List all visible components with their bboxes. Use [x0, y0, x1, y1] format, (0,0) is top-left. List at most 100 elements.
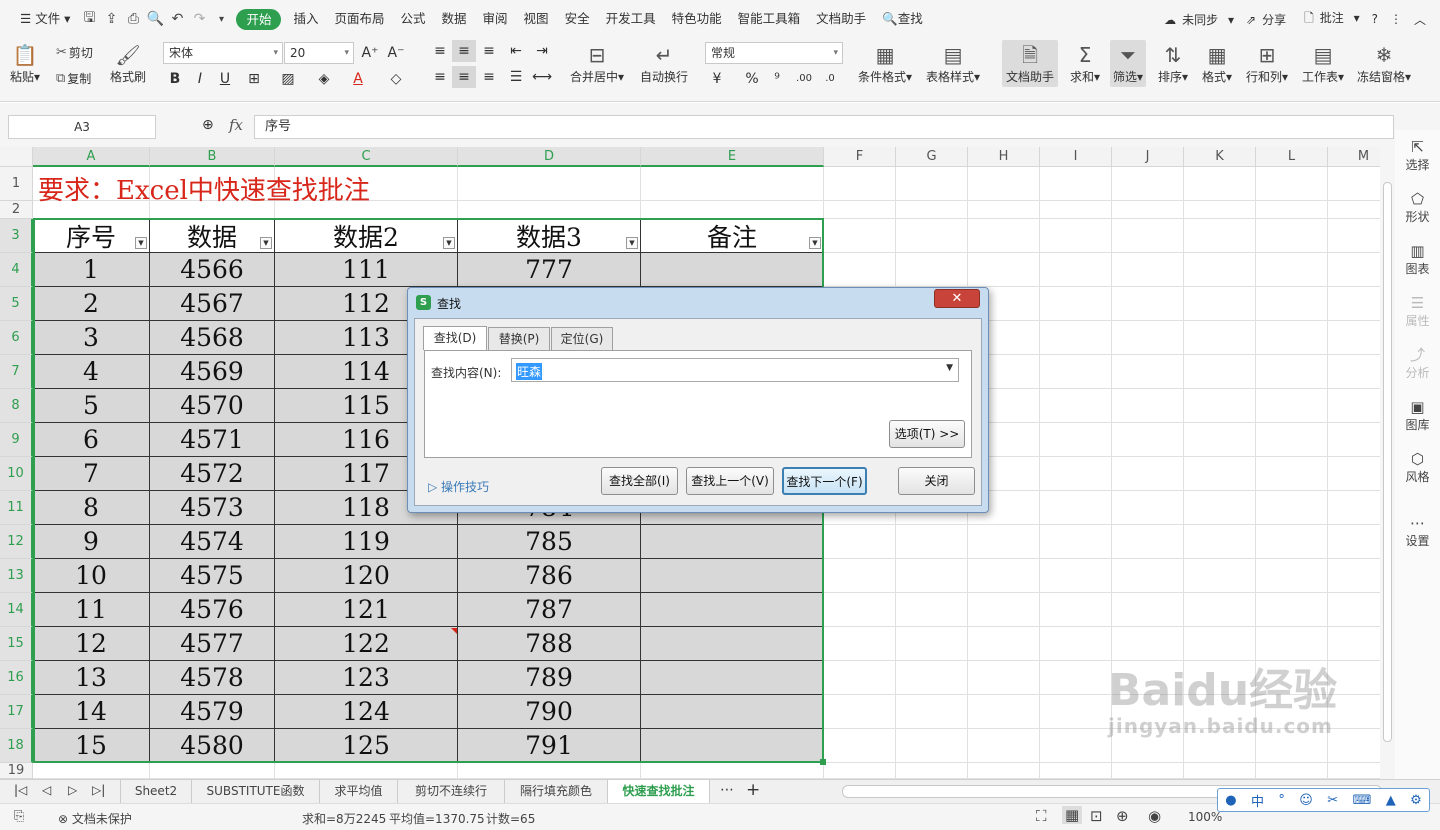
grid-cell[interactable] [1256, 627, 1328, 661]
grid-cell[interactable] [1112, 627, 1184, 661]
eye-protect-icon[interactable]: ◉ [1148, 807, 1161, 825]
sidebar-property[interactable]: ☰ 属性 [1395, 294, 1440, 329]
paste-button[interactable]: 📋 粘贴▾ [10, 42, 40, 85]
grid-cell[interactable] [968, 695, 1040, 729]
grid-cell[interactable] [1184, 593, 1256, 627]
grid-cell[interactable] [1256, 491, 1328, 525]
grid-cell[interactable] [1112, 321, 1184, 355]
collapse-ribbon-icon[interactable]: ︿ [1408, 11, 1432, 28]
sheet-tab-alt-fill[interactable]: 隔行填充颜色 [505, 780, 608, 803]
grid-cell[interactable] [1040, 167, 1112, 201]
search-command[interactable]: 🔍查找 [874, 0, 931, 38]
undo-icon[interactable]: ↶ [166, 11, 188, 27]
row-header-1[interactable]: 1 [0, 167, 33, 201]
find-content-input[interactable]: 旺森 [516, 363, 543, 380]
fx-icon[interactable]: fx [229, 116, 243, 134]
grid-cell[interactable] [1040, 491, 1112, 525]
grid-cell[interactable] [824, 201, 896, 219]
more-sheets-icon[interactable]: ⋯ [720, 782, 734, 798]
row-header-18[interactable]: 18 [0, 729, 33, 763]
grid-cell[interactable] [824, 593, 896, 627]
column-header-l[interactable]: L [1256, 147, 1328, 167]
row-header-12[interactable]: 12 [0, 525, 33, 559]
grid-cell[interactable] [824, 525, 896, 559]
grid-cell[interactable] [1184, 287, 1256, 321]
grid-cell[interactable] [896, 201, 968, 219]
column-header-g[interactable]: G [896, 147, 968, 167]
font-color-icon[interactable]: A [346, 68, 370, 90]
sidebar-gallery[interactable]: ▣ 图库 [1395, 398, 1440, 433]
bold-icon[interactable]: B [163, 68, 187, 90]
grid-cell[interactable] [275, 763, 458, 779]
add-sheet-icon[interactable]: + [746, 780, 760, 800]
grid-cell[interactable] [1184, 423, 1256, 457]
grid-cell[interactable] [1184, 491, 1256, 525]
grid-cell[interactable] [641, 763, 824, 779]
redo-icon[interactable]: ↷ [188, 11, 210, 27]
comment-button[interactable]: 🗋 批注 ▾ [1298, 9, 1366, 30]
find-dropdown-icon[interactable]: ▼ [946, 363, 953, 373]
grid-cell[interactable] [1184, 627, 1256, 661]
grid-cell[interactable] [1040, 729, 1112, 763]
dialog-title-bar[interactable]: S 查找 ✕ [408, 288, 988, 316]
tab-page-layout[interactable]: 页面布局 [326, 0, 392, 38]
zoom-level[interactable]: 100% [1188, 810, 1222, 824]
grid-cell[interactable] [968, 661, 1040, 695]
ime-settings-icon[interactable]: ⚙ [1410, 793, 1422, 808]
ime-skin-icon[interactable]: ▲ [1386, 793, 1396, 808]
tab-home[interactable]: 开始 [236, 8, 282, 30]
grid-cell[interactable] [1184, 321, 1256, 355]
grid-cell[interactable] [896, 627, 968, 661]
row-header-15[interactable]: 15 [0, 627, 33, 661]
grid-cell[interactable] [641, 201, 824, 219]
grid-cell[interactable] [1112, 593, 1184, 627]
grid-cell[interactable] [968, 253, 1040, 287]
grid-cell[interactable] [1112, 253, 1184, 287]
indent-decrease-icon[interactable]: ⇤ [504, 40, 528, 62]
grid-cell[interactable] [1112, 389, 1184, 423]
sort-button[interactable]: ⇅ 排序▾ [1158, 42, 1188, 85]
tab-find[interactable]: 查找(D) [423, 326, 487, 350]
grid-cell[interactable] [1040, 763, 1112, 779]
quick-access-dropdown-icon[interactable]: ▾ [210, 14, 232, 25]
page-icon[interactable]: ⎘ [14, 809, 24, 824]
grid-cell[interactable] [968, 729, 1040, 763]
ime-toolbar[interactable]: ● 中 ° ☺ ✂ ⌨ ▲ ⚙ [1217, 788, 1430, 812]
sidebar-settings[interactable]: ⋯ 设置 [1395, 514, 1440, 549]
grid-cell[interactable] [1112, 167, 1184, 201]
tab-review[interactable]: 审阅 [475, 0, 516, 38]
grid-cell[interactable] [1256, 201, 1328, 219]
grid-cell[interactable] [1112, 355, 1184, 389]
find-previous-button[interactable]: 查找上一个(V) [686, 467, 774, 495]
row-header-17[interactable]: 17 [0, 695, 33, 729]
find-all-button[interactable]: 查找全部(I) [601, 467, 678, 495]
sidebar-chart[interactable]: ▥ 图表 [1395, 242, 1440, 277]
column-header-k[interactable]: K [1184, 147, 1256, 167]
grid-cell[interactable] [824, 695, 896, 729]
grid-cell[interactable] [458, 201, 641, 219]
grid-cell[interactable] [824, 559, 896, 593]
grid-cell[interactable] [1256, 525, 1328, 559]
align-left-icon[interactable]: ≡ [428, 66, 452, 88]
name-box[interactable]: A3 [8, 115, 156, 139]
merge-center-button[interactable]: ⊟ 合并居中▾ [570, 42, 624, 85]
cut-button[interactable]: ✂ 剪切 [56, 44, 93, 61]
number-format-select[interactable]: 常规 [705, 42, 843, 64]
column-header-d[interactable]: D [458, 147, 641, 167]
prev-sheet-icon[interactable]: ◁ [42, 783, 51, 797]
grid-cell[interactable] [1040, 201, 1112, 219]
grid-cell[interactable] [1256, 763, 1328, 779]
sheet-tab-average[interactable]: 求平均值 [320, 780, 398, 803]
sidebar-select[interactable]: ⇱ 选择 [1395, 138, 1440, 173]
grid-cell[interactable] [968, 593, 1040, 627]
grid-cell[interactable] [1256, 389, 1328, 423]
grid-cell[interactable] [1040, 661, 1112, 695]
grid-cell[interactable] [968, 201, 1040, 219]
underline-icon[interactable]: U [213, 68, 237, 90]
tab-smart-toolbox[interactable]: 智能工具箱 [730, 0, 809, 38]
grid-cell[interactable] [1112, 491, 1184, 525]
row-header-11[interactable]: 11 [0, 491, 33, 525]
align-bottom-icon[interactable]: ≡ [477, 40, 501, 62]
fill-handle[interactable] [820, 759, 826, 765]
fill-pattern-icon[interactable]: ▨ [276, 68, 300, 90]
